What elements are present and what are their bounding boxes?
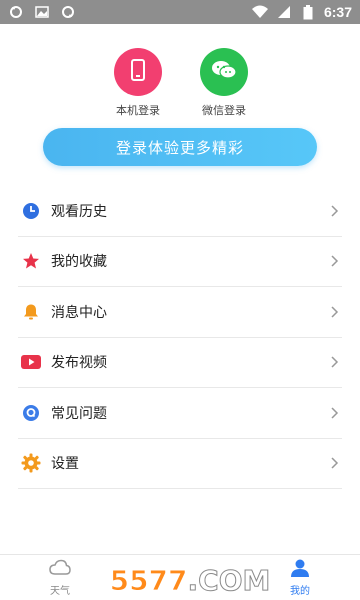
chevron-right-icon — [328, 406, 342, 420]
menu-item-history[interactable]: 观看历史 — [18, 186, 342, 237]
menu-item-publish-video[interactable]: 发布视频 — [18, 338, 342, 388]
chevron-right-icon — [328, 204, 342, 218]
gear-icon — [20, 452, 42, 474]
chevron-right-icon — [328, 355, 342, 369]
status-bar: 6:37 — [0, 0, 360, 24]
tab-weather-label: 天气 — [50, 586, 70, 597]
cloud-icon — [49, 559, 71, 580]
phone-icon — [128, 59, 148, 85]
menu-list: 观看历史 我的收藏 消息中心 发布视频 常见问题 设置 — [18, 186, 342, 489]
watermark-com: COM — [198, 563, 271, 597]
phone-login-label: 本机登录 — [116, 104, 160, 117]
menu-item-label: 我的收藏 — [51, 254, 107, 271]
sync-icon — [8, 4, 24, 20]
chevron-right-icon — [328, 305, 342, 319]
status-time: 6:37 — [323, 4, 352, 20]
menu-item-label: 常见问题 — [51, 405, 107, 422]
menu-item-label: 设置 — [51, 456, 79, 473]
watermark-dot: . — [187, 563, 199, 597]
menu-item-favorites[interactable]: 我的收藏 — [18, 237, 342, 287]
clock-icon — [20, 200, 42, 222]
chevron-right-icon — [328, 254, 342, 268]
menu-item-label: 发布视频 — [51, 355, 107, 372]
wechat-login-label: 微信登录 — [202, 104, 246, 117]
chevron-right-icon — [328, 456, 342, 470]
menu-item-label: 观看历史 — [51, 203, 107, 220]
wechat-login-button[interactable] — [200, 48, 248, 96]
phone-login-button[interactable] — [114, 48, 162, 96]
image-icon — [34, 4, 50, 20]
menu-item-label: 消息中心 — [51, 304, 107, 321]
question-icon — [20, 402, 42, 424]
menu-item-messages[interactable]: 消息中心 — [18, 287, 342, 338]
watermark-number: 5577 — [109, 563, 188, 597]
phone-login-option[interactable]: 本机登录 — [103, 48, 173, 118]
battery-icon — [300, 4, 316, 20]
bell-icon — [20, 301, 42, 323]
user-icon — [290, 559, 310, 580]
wifi-icon — [251, 4, 268, 20]
play-icon — [20, 351, 42, 373]
signal-icon — [276, 4, 292, 20]
wechat-icon — [211, 59, 237, 85]
menu-item-faq[interactable]: 常见问题 — [18, 388, 342, 439]
star-icon — [20, 250, 42, 272]
login-button[interactable]: 登录体验更多精彩 — [43, 128, 317, 166]
sync-icon — [60, 4, 76, 20]
watermark: 5577. COM — [100, 560, 280, 600]
tab-weather[interactable]: 天气 — [30, 559, 90, 597]
wechat-login-option[interactable]: 微信登录 — [189, 48, 259, 118]
menu-item-settings[interactable]: 设置 — [18, 439, 342, 489]
